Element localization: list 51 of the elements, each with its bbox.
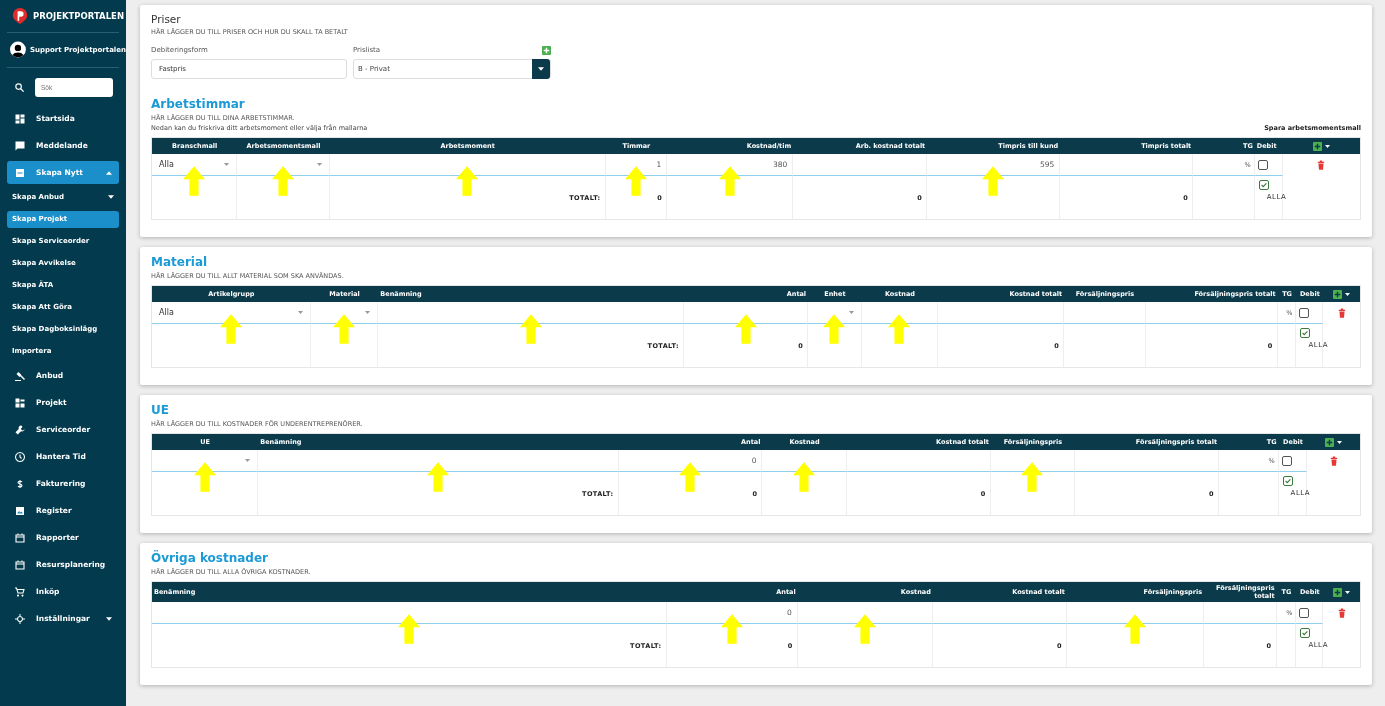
chat-icon	[14, 139, 26, 152]
checkbox[interactable]	[1299, 307, 1310, 318]
trash-icon[interactable]	[1337, 308, 1346, 318]
checkbox[interactable]	[1300, 328, 1311, 338]
clock-icon	[14, 450, 26, 463]
caret-icon	[245, 459, 251, 462]
minus-box-icon	[14, 166, 26, 179]
caret-icon[interactable]	[1345, 590, 1351, 594]
section-title: Material	[151, 255, 209, 269]
checkbox[interactable]	[1281, 455, 1292, 466]
caret-icon	[848, 311, 854, 314]
section-title: Arbetstimmar	[151, 97, 246, 111]
dashboard-icon	[14, 396, 26, 409]
avatar-icon	[10, 41, 26, 58]
checkbox[interactable]	[1258, 180, 1269, 190]
caret-icon	[316, 163, 322, 166]
image-icon	[14, 504, 26, 517]
checkbox[interactable]	[1282, 476, 1293, 486]
gavel-icon	[14, 369, 26, 382]
dashboard-icon	[14, 112, 26, 125]
caret-icon	[365, 311, 371, 314]
caret-icon	[538, 67, 544, 71]
brand-name: PROJEKTPORTALEN	[33, 11, 125, 21]
search-icon	[14, 82, 25, 93]
trash-icon[interactable]	[1337, 608, 1346, 618]
calendar-icon	[14, 558, 26, 571]
trash-icon[interactable]	[1317, 160, 1326, 170]
section-title: Priser	[151, 12, 182, 25]
add-icon[interactable]	[1333, 587, 1343, 597]
section-title: Övriga kostnader	[151, 551, 269, 565]
caret-icon[interactable]	[1345, 292, 1351, 296]
caret-icon[interactable]	[1337, 440, 1343, 444]
wrench-icon	[14, 423, 26, 436]
select-field[interactable]: Alla	[155, 156, 234, 173]
checkbox[interactable]	[1257, 159, 1268, 170]
cart-icon	[14, 585, 26, 598]
section-title: UE	[151, 403, 170, 417]
caret-icon	[224, 163, 230, 166]
settings-icon	[14, 612, 26, 625]
caret-icon[interactable]	[1324, 144, 1330, 148]
dollar-icon	[14, 477, 26, 490]
add-icon[interactable]	[1312, 141, 1322, 151]
caret-icon	[297, 311, 303, 314]
calendar-icon	[14, 531, 26, 544]
add-icon[interactable]	[1325, 437, 1335, 447]
checkbox[interactable]	[1300, 628, 1311, 638]
select-field[interactable]: Alla	[155, 304, 307, 321]
checkbox[interactable]	[1299, 607, 1310, 618]
logo-icon	[12, 7, 28, 25]
trash-icon[interactable]	[1329, 456, 1338, 466]
add-icon[interactable]	[1333, 289, 1343, 299]
